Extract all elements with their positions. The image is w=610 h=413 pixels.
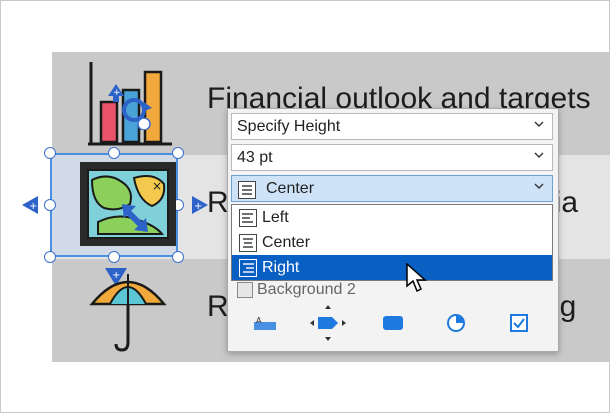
resize-handle-ne[interactable] — [172, 147, 184, 159]
align-option-left-label: Left — [262, 209, 289, 226]
resize-handle-nw[interactable] — [44, 147, 56, 159]
svg-text:A: A — [256, 316, 262, 325]
vertical-align-select[interactable]: Center — [231, 175, 553, 202]
align-center-icon — [239, 234, 257, 252]
move-right-arrow-icon[interactable]: + — [186, 196, 208, 214]
align-option-right[interactable]: Right — [232, 255, 552, 280]
row-2-initial: R — [207, 186, 229, 219]
rotate-handle-icon[interactable]: + — [104, 84, 156, 130]
align-option-right-label: Right — [262, 259, 300, 276]
align-option-center[interactable]: Center — [232, 230, 552, 255]
resize-handle-w[interactable] — [44, 199, 56, 211]
align-options-list: Left Center Right — [231, 204, 553, 281]
size-align-panel: Specify Height 43 pt Center Left Center … — [227, 108, 559, 352]
sizing-mode-value: Specify Height — [237, 118, 341, 135]
text-style-button[interactable]: A — [245, 303, 285, 343]
text-fill-icon: A — [254, 316, 276, 330]
row-3-initial: R — [207, 290, 229, 323]
resize-handle-se[interactable] — [172, 251, 184, 263]
resize-handle-sw[interactable] — [44, 251, 56, 263]
align-center-icon — [238, 181, 256, 199]
chevron-down-icon — [534, 183, 544, 189]
umbrella-icon[interactable] — [88, 266, 168, 354]
svg-text:×: × — [152, 179, 162, 193]
rectangle-icon — [383, 316, 403, 330]
color-swatch — [237, 282, 253, 298]
sizing-mode-select[interactable]: Specify Height — [231, 113, 553, 140]
format-toolbar: A — [228, 303, 558, 347]
svg-text:+: + — [29, 201, 37, 212]
treasure-map-icon[interactable]: × — [78, 160, 178, 248]
height-value: 43 pt — [237, 149, 273, 166]
fill-rectangle-button[interactable] — [373, 303, 413, 343]
mouse-cursor-icon — [406, 263, 427, 293]
align-right-icon — [239, 259, 257, 277]
pie-style-button[interactable] — [436, 303, 476, 343]
row-title-third[interactable]: Rmitig — [207, 290, 576, 324]
vertical-align-value: Center — [266, 180, 315, 197]
row-title-second[interactable]: Rentia — [207, 186, 578, 220]
checkbox-icon — [510, 314, 528, 332]
resize-handle-s[interactable] — [108, 251, 120, 263]
svg-text:+: + — [194, 201, 202, 212]
chevron-down-icon — [534, 121, 544, 127]
align-option-left[interactable]: Left — [232, 205, 552, 230]
align-left-icon — [239, 209, 257, 227]
pie-chart-icon — [447, 314, 465, 332]
checkbox-button[interactable] — [499, 303, 539, 343]
shape-nudge-button[interactable] — [308, 303, 348, 343]
shape-move-icon — [310, 305, 346, 341]
fill-color-select[interactable]: Background 2 — [231, 279, 553, 301]
height-input[interactable]: 43 pt — [231, 144, 553, 171]
align-option-center-label: Center — [262, 234, 311, 251]
move-left-arrow-icon[interactable]: + — [22, 196, 44, 214]
resize-handle-n[interactable] — [108, 147, 120, 159]
chevron-down-icon — [534, 152, 544, 158]
fill-color-value: Background 2 — [257, 281, 356, 298]
svg-text:+: + — [113, 88, 121, 98]
